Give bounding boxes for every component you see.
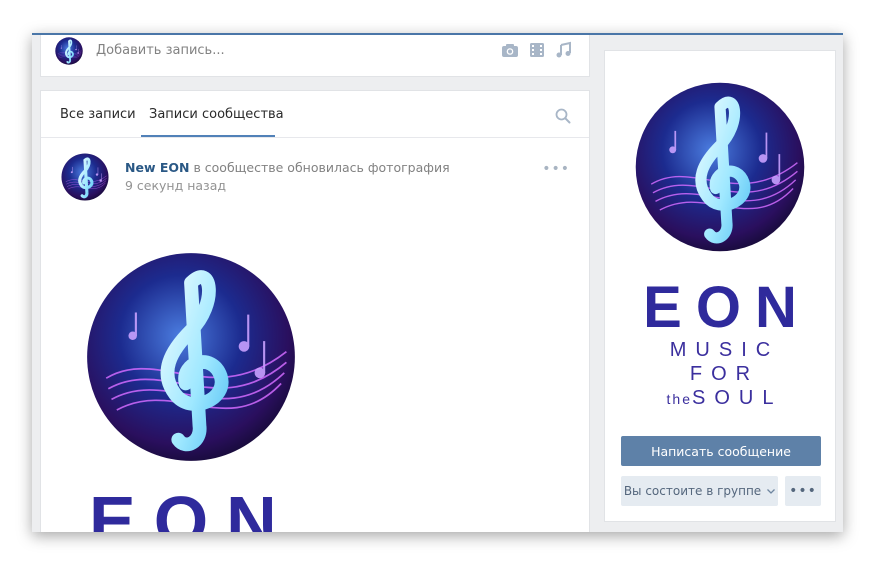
- more-actions-button[interactable]: •••: [785, 476, 821, 506]
- membership-label: Вы состоите в группе: [623, 484, 762, 498]
- chevron-down-icon: [767, 488, 776, 494]
- post-more-icon[interactable]: •••: [542, 161, 570, 177]
- music-note-icon[interactable]: [555, 41, 573, 59]
- community-logo-title: EON: [643, 275, 811, 340]
- community-logo-line3-word: SOUL: [692, 387, 783, 409]
- post-header: New EON в сообществе обновилась фотограф…: [125, 160, 450, 175]
- community-sidebar: EON MUSIC FOR theSOUL Написать сообщение…: [604, 50, 836, 522]
- active-tab-indicator: [141, 135, 275, 137]
- post-author-link[interactable]: New EON: [125, 160, 189, 175]
- post-composer[interactable]: Добавить запись...: [40, 35, 590, 77]
- community-cover-photo[interactable]: [634, 81, 806, 253]
- post-action-text: в сообществе обновилась фотография: [189, 160, 450, 175]
- community-logo-line3-prefix: the: [666, 391, 692, 407]
- tab-all-posts[interactable]: Все записи: [60, 107, 136, 122]
- video-icon[interactable]: [528, 41, 546, 59]
- send-message-button[interactable]: Написать сообщение: [621, 436, 821, 466]
- wall-tabs: Все записи Записи сообщества: [41, 91, 589, 138]
- post-timestamp[interactable]: 9 секунд назад: [125, 178, 226, 193]
- membership-dropdown-button[interactable]: Вы состоите в группе: [621, 476, 778, 506]
- post-author-avatar[interactable]: [61, 153, 109, 201]
- community-logo-line2: FOR: [689, 363, 760, 385]
- wall-feed: Все записи Записи сообщества New EON в с…: [40, 90, 590, 532]
- tab-community-posts[interactable]: Записи сообщества: [149, 107, 284, 122]
- community-logo-line1: MUSIC: [669, 339, 780, 361]
- community-avatar[interactable]: [55, 37, 83, 65]
- vk-page: Добавить запись... Все записи Записи соо…: [32, 33, 843, 532]
- post-photo-logo-text: EON: [89, 482, 295, 532]
- camera-icon[interactable]: [501, 41, 519, 59]
- post-photo[interactable]: [85, 251, 297, 463]
- composer-placeholder[interactable]: Добавить запись...: [96, 43, 225, 58]
- community-logo-line3: theSOUL: [605, 387, 835, 410]
- search-icon[interactable]: [555, 108, 571, 124]
